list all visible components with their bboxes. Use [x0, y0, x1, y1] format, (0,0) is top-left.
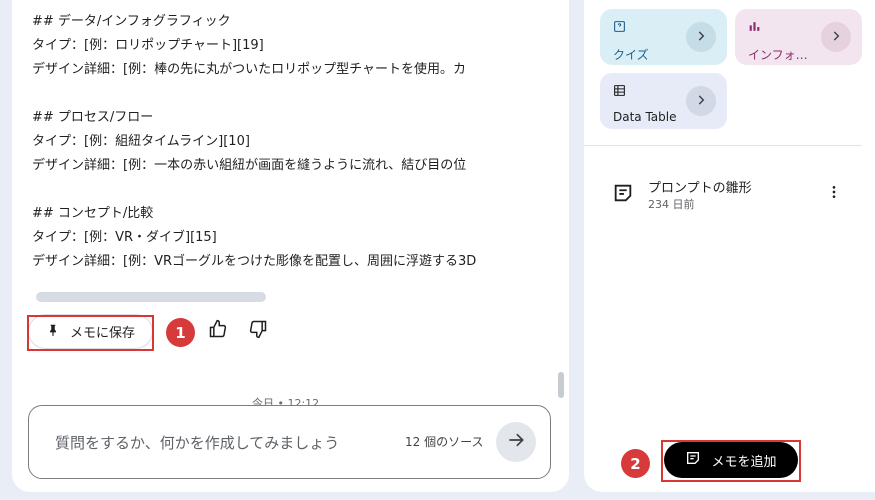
studio-card-open-button[interactable]: [821, 22, 851, 52]
note-more-button[interactable]: [822, 182, 846, 206]
chat-response: ## データ/インフォグラフィック タイプ：[例：ロリポップチャート][19] …: [32, 10, 552, 274]
studio-card-label: クイズ: [613, 48, 649, 62]
studio-card-label: インフォ…: [748, 48, 808, 62]
infographic-icon: [748, 18, 761, 37]
chevron-right-icon: [829, 28, 843, 47]
thumbs-down-icon: [248, 319, 268, 343]
step-marker-1: 1: [166, 318, 195, 347]
studio-card-label: Data Table: [613, 110, 677, 124]
response-line: ## コンセプト/比較: [32, 206, 154, 221]
chevron-right-icon: [694, 92, 708, 111]
studio-card-open-button[interactable]: [686, 86, 716, 116]
studio-card-open-button[interactable]: [686, 22, 716, 52]
thumbs-up-button[interactable]: [204, 317, 232, 345]
response-line: デザイン詳細：[例：一本の赤い組紐が画面を縫うように流れ、結び目の位: [32, 158, 467, 173]
chat-input-box: 12 個のソース: [28, 405, 551, 479]
vertical-scrollbar[interactable]: [558, 372, 564, 398]
response-line: タイプ：[例：VR・ダイブ][15]: [32, 230, 217, 245]
table-icon: [613, 82, 626, 101]
note-title: プロンプトの雛形: [648, 181, 752, 196]
thumbs-up-icon: [208, 319, 228, 343]
studio-card-infographic[interactable]: インフォ…: [735, 9, 862, 65]
thumbs-down-button[interactable]: [244, 317, 272, 345]
step-marker-2: 2: [621, 449, 650, 478]
response-line: タイプ：[例：ロリポップチャート][19]: [32, 38, 264, 53]
more-vert-icon: [826, 184, 842, 204]
response-blank-line: [32, 178, 552, 202]
note-icon: [612, 182, 634, 208]
highlight-box-add-note: [661, 440, 801, 482]
studio-divider: [584, 145, 862, 146]
arrow-right-icon: [506, 430, 526, 454]
send-button[interactable]: [496, 422, 536, 462]
response-line: タイプ：[例：組紐タイムライン][10]: [32, 134, 250, 149]
studio-card-quiz[interactable]: クイズ: [600, 9, 727, 65]
note-date: 234 日前: [648, 198, 695, 211]
source-count: 12 個のソース: [405, 435, 484, 449]
chevron-right-icon: [694, 28, 708, 47]
response-line: ## プロセス/フロー: [32, 110, 154, 125]
note-item[interactable]: プロンプトの雛形 234 日前: [602, 172, 864, 216]
highlight-box-save: [27, 315, 154, 351]
response-line: デザイン詳細：[例：棒の先に丸がついたロリポップ型チャートを使用。カ: [32, 62, 466, 77]
chat-input-field[interactable]: [53, 430, 397, 456]
horizontal-scrollbar[interactable]: [36, 292, 266, 302]
response-blank-line: [32, 82, 552, 106]
response-line: ## データ/インフォグラフィック: [32, 14, 231, 29]
studio-card-data-table[interactable]: Data Table: [600, 73, 727, 129]
response-line: デザイン詳細：[例：VRゴーグルをつけた彫像を配置し、周囲に浮遊する3D: [32, 254, 477, 269]
studio-panel: クイズ インフォ… Data Table プロンプトの雛形 234 日前 メモを…: [584, 0, 875, 492]
chat-panel: ## データ/インフォグラフィック タイプ：[例：ロリポップチャート][19] …: [12, 0, 569, 492]
quiz-icon: [613, 18, 626, 37]
